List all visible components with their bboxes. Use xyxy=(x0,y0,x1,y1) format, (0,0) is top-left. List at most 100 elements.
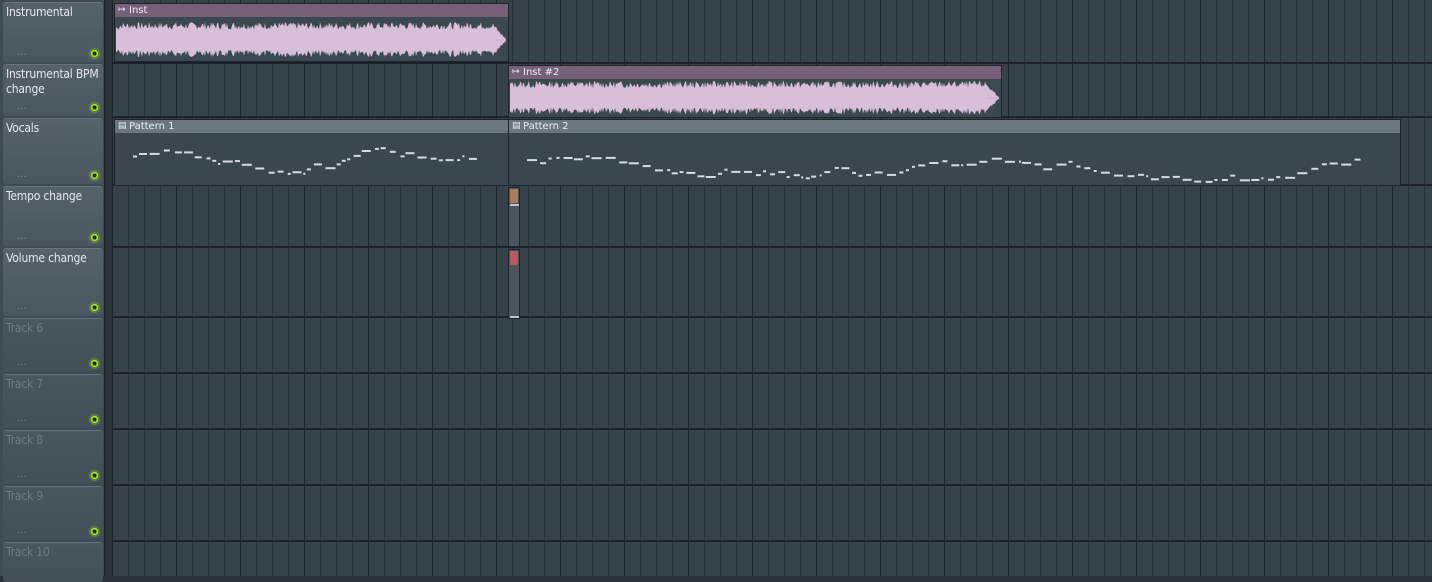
note-mark xyxy=(1161,176,1170,179)
track-header-instrumental-bpm-change[interactable]: Instrumental BPM change ... xyxy=(3,64,103,116)
note-mark xyxy=(642,165,651,168)
note-mark xyxy=(697,175,705,178)
note-mark xyxy=(763,170,766,173)
automation-clip-volume[interactable] xyxy=(508,249,520,319)
track-enable-led-icon[interactable] xyxy=(90,233,99,242)
note-mark xyxy=(918,164,926,167)
note-mark xyxy=(1146,175,1149,178)
note-mark xyxy=(457,159,461,162)
note-mark xyxy=(133,155,137,158)
note-mark xyxy=(149,152,160,155)
track-options-dots[interactable]: ... xyxy=(17,48,27,58)
note-mark xyxy=(1114,174,1123,177)
note-mark xyxy=(811,175,817,178)
waveform xyxy=(116,22,506,58)
track-enable-led-icon[interactable] xyxy=(90,171,99,180)
track-enable-led-icon[interactable] xyxy=(90,527,99,536)
track-header-track-10[interactable]: Track 10 xyxy=(3,542,103,582)
track-header-tempo-change[interactable]: Tempo change ... xyxy=(3,186,103,246)
audio-clip-inst-2[interactable]: Inst #2 ↦ xyxy=(508,65,1002,118)
note-mark xyxy=(991,157,1002,160)
playlist-window: Instrumental ... Instrumental BPM change… xyxy=(0,0,1432,582)
note-mark xyxy=(563,157,573,159)
note-mark xyxy=(1004,160,1015,163)
note-mark xyxy=(585,155,590,158)
track-enable-led-icon[interactable] xyxy=(90,471,99,480)
note-mark xyxy=(866,173,871,176)
track-enable-led-icon[interactable] xyxy=(90,303,99,312)
track-header-track-9[interactable]: Track 9 ... xyxy=(3,486,103,540)
note-mark xyxy=(206,157,211,160)
note-mark xyxy=(184,151,194,154)
note-mark xyxy=(686,171,696,174)
note-mark xyxy=(805,177,810,180)
track-row-divider xyxy=(112,316,1432,318)
note-mark xyxy=(1251,179,1260,181)
note-mark xyxy=(306,168,311,171)
note-mark xyxy=(353,154,361,157)
track-options-dots[interactable]: ... xyxy=(17,470,27,480)
note-mark xyxy=(1276,176,1281,179)
track-header-track-6[interactable]: Track 6 ... xyxy=(3,318,103,372)
automation-curve xyxy=(510,316,519,318)
track-header-track-8[interactable]: Track 8 ... xyxy=(3,430,103,484)
track-options-dots[interactable]: ... xyxy=(17,358,27,368)
pattern-clip-pattern-2[interactable]: Pattern 2 ▤ xyxy=(508,119,1401,186)
note-mark xyxy=(1311,167,1319,170)
note-mark xyxy=(731,170,741,173)
note-preview xyxy=(527,155,1361,183)
note-mark xyxy=(325,167,336,170)
track-options-dots[interactable]: ... xyxy=(17,170,27,180)
note-mark xyxy=(573,158,583,161)
track-name: Track 8 xyxy=(6,433,43,447)
audio-clip-inst[interactable]: Inst ↦ xyxy=(114,3,509,62)
note-mark xyxy=(1285,176,1296,179)
note-mark xyxy=(1221,179,1228,181)
track-enable-led-icon[interactable] xyxy=(90,415,99,424)
note-mark xyxy=(218,163,221,165)
note-mark xyxy=(430,157,437,160)
track-row-divider xyxy=(112,372,1432,374)
note-mark xyxy=(405,152,415,155)
note-mark xyxy=(234,160,240,163)
note-mark xyxy=(1268,178,1274,181)
note-mark xyxy=(951,164,960,167)
track-header-instrumental[interactable]: Instrumental ... xyxy=(3,2,103,62)
track-name: Track 10 xyxy=(6,545,50,559)
note-mark xyxy=(679,171,684,174)
track-options-dots[interactable]: ... xyxy=(17,414,27,424)
note-mark xyxy=(287,172,291,175)
track-name: Instrumental xyxy=(6,5,73,19)
note-preview xyxy=(133,147,477,175)
track-header-track-7[interactable]: Track 7 ... xyxy=(3,374,103,428)
track-options-dots[interactable]: ... xyxy=(17,526,27,536)
track-header-vocals[interactable]: Vocals ... xyxy=(3,118,103,184)
track-enable-led-icon[interactable] xyxy=(90,49,99,58)
waveform xyxy=(510,80,999,115)
note-mark xyxy=(313,163,322,166)
track-header-volume-change[interactable]: Volume change ... xyxy=(3,248,103,316)
note-mark xyxy=(667,169,671,172)
waveform-shape xyxy=(116,22,506,58)
note-mark xyxy=(1034,163,1042,166)
track-name: Volume change xyxy=(6,251,87,265)
note-mark xyxy=(793,174,800,177)
note-mark xyxy=(770,173,775,176)
track-options-dots[interactable]: ... xyxy=(17,302,27,312)
note-mark xyxy=(527,159,537,162)
track-name: Track 7 xyxy=(6,377,43,391)
note-mark xyxy=(1056,163,1067,166)
track-row-divider xyxy=(112,484,1432,486)
note-mark xyxy=(139,153,147,155)
note-mark xyxy=(619,161,628,164)
track-name: Track 9 xyxy=(6,489,43,503)
track-options-dots[interactable]: ... xyxy=(17,232,27,242)
track-enable-led-icon[interactable] xyxy=(90,359,99,368)
note-mark xyxy=(556,156,560,159)
note-mark xyxy=(174,151,182,154)
pattern-clip-pattern-1[interactable]: Pattern 1 ▤ xyxy=(114,119,509,186)
track-enable-led-icon[interactable] xyxy=(90,103,99,112)
track-options-dots[interactable]: ... xyxy=(17,102,27,112)
note-mark xyxy=(628,162,639,165)
automation-clip-tempo[interactable] xyxy=(508,187,520,247)
